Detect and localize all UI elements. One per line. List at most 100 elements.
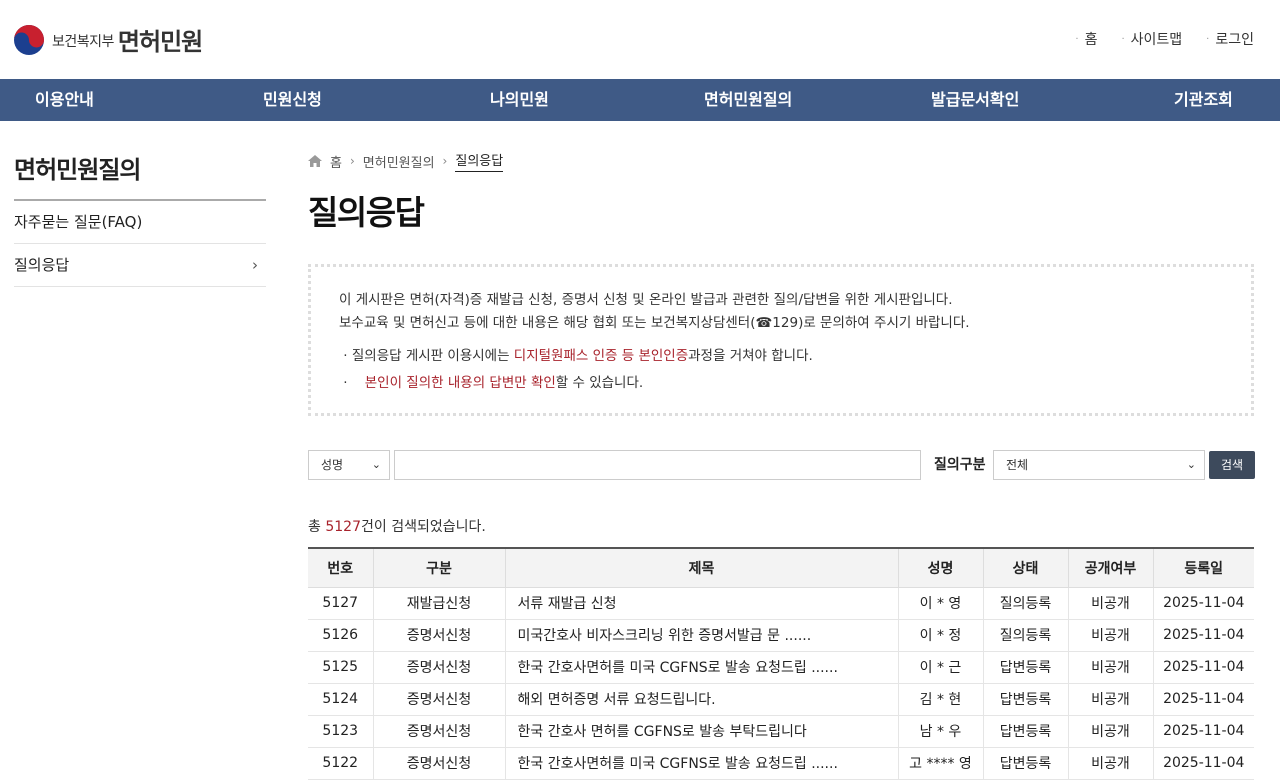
sub-nav-title: 면허민원질의: [14, 150, 266, 201]
gnb-item-document-check[interactable]: 발급문서확인: [931, 79, 1019, 121]
notice-bullets: · 질의응답 게시판 이용시에는 디지털원패스 인증 등 본인인증과정을 거쳐야…: [339, 343, 1223, 397]
category-label: 질의구분: [934, 457, 986, 473]
cell-status: 답변등록: [982, 715, 1068, 748]
cell-title-link[interactable]: 한국 간호사면허를 미국 CGFNS로 발송 요청드립 ......: [504, 651, 898, 684]
chevron-right-icon: ›: [252, 256, 258, 274]
column-header-visibility: 공개여부: [1067, 547, 1153, 588]
gnb-item-my-requests[interactable]: 나의민원: [490, 79, 549, 121]
util-link-label[interactable]: 사이트맵: [1131, 29, 1183, 49]
logo-ministry-text: 보건복지부: [52, 33, 114, 50]
search-field-select[interactable]: 성명 ⌄: [308, 450, 390, 480]
site-logo[interactable]: 보건복지부 면허민원: [14, 22, 203, 57]
table-row[interactable]: 5123 증명서신청 한국 간호사 면허를 CGFNS로 발송 부탁드립니다 남…: [308, 715, 1254, 748]
notice-highlight: 본인이 질의한 내용의 답변만 확인: [364, 375, 556, 391]
category-select[interactable]: 전체 ⌄: [993, 450, 1205, 480]
sub-nav-item-qna[interactable]: 질의응답 ›: [14, 244, 266, 287]
cell-title-link[interactable]: 한국 간호사 면허를 CGFNS로 발송 부탁드립니다: [504, 715, 898, 748]
cell-visibility: 비공개: [1067, 619, 1153, 652]
sub-nav-item-faq[interactable]: 자주묻는 질문(FAQ): [14, 201, 266, 244]
cell-date: 2025-11-04: [1152, 747, 1254, 780]
cell-date: 2025-11-04: [1152, 683, 1254, 716]
cell-number: 5125: [308, 651, 373, 684]
cell-visibility: 비공개: [1067, 587, 1153, 620]
cell-number: 5122: [308, 747, 373, 780]
table-row[interactable]: 5124 증명서신청 해외 면허증명 서류 요청드립니다. 김 * 현 답변등록…: [308, 683, 1254, 716]
column-header-number: 번호: [308, 547, 373, 588]
cell-number: 5127: [308, 587, 373, 620]
site-header: 보건복지부 면허민원 · 홈 · 사이트맵 · 로그인: [0, 0, 1280, 79]
cell-name: 이 * 정: [897, 619, 983, 652]
search-button[interactable]: 검색: [1209, 451, 1255, 479]
column-header-name: 성명: [897, 547, 983, 588]
search-input[interactable]: [394, 450, 921, 480]
search-bar: 성명 ⌄ 질의구분 전체 ⌄ 검색: [308, 450, 1255, 480]
util-link-label[interactable]: 로그인: [1215, 29, 1254, 49]
bullet-icon: ·: [1206, 33, 1210, 45]
gnb-item-institution[interactable]: 기관조회: [1174, 79, 1233, 121]
cell-name: 고 **** 영: [897, 747, 983, 780]
search-field-select-value: 성명: [321, 458, 344, 472]
cell-category: 재발급신청: [372, 587, 505, 620]
cell-title-link[interactable]: 한국 간호사면허를 미국 CGFNS로 발송 요청드립 ......: [504, 747, 898, 780]
bullet-icon: ·: [1075, 33, 1079, 45]
cell-category: 증명서신청: [372, 747, 505, 780]
cell-title-link[interactable]: 서류 재발급 신청: [504, 587, 898, 620]
cell-status: 답변등록: [982, 683, 1068, 716]
breadcrumb: 홈 › 면허민원질의 › 질의응답: [308, 150, 504, 172]
main-navigation: 이용안내 민원신청 나의민원 면허민원질의 발급문서확인 기관조회: [0, 79, 1280, 121]
gnb-item-apply[interactable]: 민원신청: [263, 79, 322, 121]
result-count-number: 5127: [325, 519, 361, 535]
notice-bullet: · 본인이 질의한 내용의 답변만 확인할 수 있습니다.: [339, 370, 1223, 397]
table-row[interactable]: 5122 증명서신청 한국 간호사면허를 미국 CGFNS로 발송 요청드립 .…: [308, 747, 1254, 780]
cell-visibility: 비공개: [1067, 747, 1153, 780]
breadcrumb-home[interactable]: 홈: [330, 152, 342, 171]
cell-category: 증명서신청: [372, 715, 505, 748]
cell-visibility: 비공개: [1067, 683, 1153, 716]
result-count-suffix: 건이 검색되었습니다.: [360, 519, 486, 535]
result-count: 총 5127건이 검색되었습니다.: [308, 516, 486, 536]
cell-title-link[interactable]: 미국간호사 비자스크리닝 위한 증명서발급 문 ......: [504, 619, 898, 652]
sub-nav-item-label: 자주묻는 질문(FAQ): [14, 213, 143, 231]
cell-date: 2025-11-04: [1152, 715, 1254, 748]
cell-visibility: 비공개: [1067, 651, 1153, 684]
table-row[interactable]: 5126 증명서신청 미국간호사 비자스크리닝 위한 증명서발급 문 .....…: [308, 619, 1254, 652]
cell-name: 이 * 근: [897, 651, 983, 684]
chevron-right-icon: ›: [349, 154, 355, 168]
gnb-item-guide[interactable]: 이용안내: [35, 79, 94, 121]
cell-date: 2025-11-04: [1152, 587, 1254, 620]
column-header-category: 구분: [372, 547, 505, 588]
util-link-login[interactable]: · 로그인: [1206, 29, 1254, 49]
logo-site-name: 면허민원: [117, 28, 203, 56]
breadcrumb-inquiry[interactable]: 면허민원질의: [363, 152, 435, 171]
cell-category: 증명서신청: [372, 651, 505, 684]
cell-number: 5123: [308, 715, 373, 748]
notice-line: 보수교육 및 면허신고 등에 대한 내용은 해당 협회 또는 보건복지상담센터(…: [339, 315, 970, 331]
breadcrumb-current: 질의응답: [455, 150, 504, 172]
notice-line: 이 게시판은 면허(자격)증 재발급 신청, 증명서 신청 및 온라인 발급과 …: [339, 292, 953, 308]
table-row[interactable]: 5125 증명서신청 한국 간호사면허를 미국 CGFNS로 발송 요청드립 .…: [308, 651, 1254, 684]
home-icon[interactable]: [308, 155, 322, 167]
cell-number: 5126: [308, 619, 373, 652]
util-link-label[interactable]: 홈: [1085, 29, 1098, 49]
util-link-home[interactable]: · 홈: [1075, 29, 1097, 49]
util-link-sitemap[interactable]: · 사이트맵: [1121, 29, 1182, 49]
table-row[interactable]: 5127 재발급신청 서류 재발급 신청 이 * 영 질의등록 비공개 2025…: [308, 587, 1254, 620]
bullet-icon: ·: [339, 348, 352, 364]
notice-bullet: · 질의응답 게시판 이용시에는 디지털원패스 인증 등 본인인증과정을 거쳐야…: [339, 343, 1223, 370]
cell-visibility: 비공개: [1067, 715, 1153, 748]
cell-status: 질의등록: [982, 587, 1068, 620]
result-count-prefix: 총: [308, 519, 326, 535]
cell-status: 질의등록: [982, 619, 1068, 652]
cell-date: 2025-11-04: [1152, 619, 1254, 652]
bullet-icon: ·: [1121, 33, 1125, 45]
bullet-icon: ·: [339, 375, 365, 391]
cell-name: 남 * 우: [897, 715, 983, 748]
cell-title-link[interactable]: 해외 면허증명 서류 요청드립니다.: [504, 683, 898, 716]
notice-text: 할 수 있습니다.: [555, 375, 644, 391]
cell-category: 증명서신청: [372, 619, 505, 652]
column-header-status: 상태: [982, 547, 1068, 588]
category-select-value: 전체: [1006, 458, 1029, 472]
notice-highlight: 디지털원패스 인증 등 본인인증: [513, 348, 689, 364]
chevron-right-icon: ›: [442, 154, 448, 168]
gnb-item-inquiry[interactable]: 면허민원질의: [704, 79, 792, 121]
